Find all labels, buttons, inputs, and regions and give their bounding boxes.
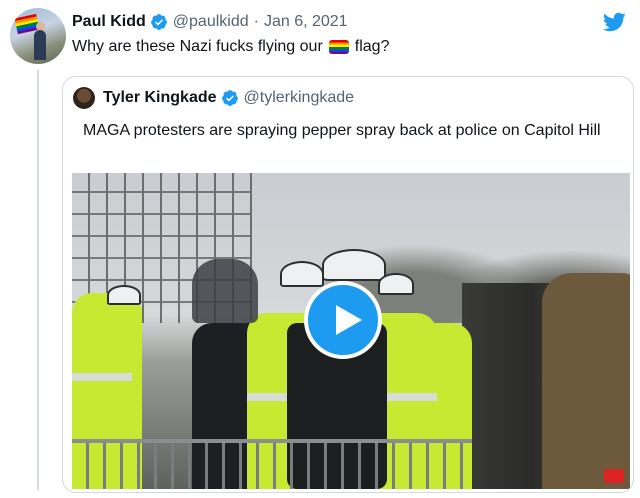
quoted-author-name[interactable]: Tyler Kingkade — [103, 89, 217, 107]
quoted-avatar[interactable] — [73, 87, 95, 109]
author-handle[interactable]: @paulkidd — [173, 13, 249, 31]
reflective-stripe — [247, 393, 287, 401]
tweet-text-part2: flag? — [354, 38, 390, 55]
tweet-text: Why are these Nazi fucks flying our flag… — [72, 38, 389, 56]
verified-badge-icon — [221, 90, 238, 106]
riot-helmet — [192, 259, 258, 323]
reflective-stripe — [387, 393, 437, 401]
verified-badge-icon — [150, 14, 167, 30]
video-thumbnail[interactable] — [72, 173, 630, 489]
quoted-tweet-text: MAGA protesters are spraying pepper spra… — [83, 122, 601, 139]
quoted-tweet[interactable]: Tyler Kingkade @tylerkingkade MAGA prote… — [62, 76, 634, 493]
tweet-date[interactable]: Jan 6, 2021 — [264, 13, 348, 31]
author-name[interactable]: Paul Kidd — [72, 13, 146, 31]
avatar[interactable] — [10, 8, 66, 64]
thread-line — [37, 70, 39, 490]
twitter-bird-icon[interactable] — [600, 10, 628, 34]
video-source-icon — [604, 469, 624, 483]
separator-dot: · — [253, 13, 259, 30]
quoted-author-handle[interactable]: @tylerkingkade — [244, 89, 355, 107]
bike-helmet — [280, 261, 324, 287]
bike-helmet — [107, 285, 141, 305]
reflective-stripe — [72, 373, 132, 381]
metal-barricade — [72, 439, 472, 489]
bike-helmet — [378, 273, 414, 295]
tweet-header: Paul Kidd @paulkidd · Jan 6, 2021 — [72, 11, 348, 33]
quoted-tweet-header: Tyler Kingkade @tylerkingkade — [73, 87, 354, 109]
avatar-person — [34, 30, 46, 60]
rainbow-flag-icon — [328, 40, 349, 54]
bike-helmet — [322, 249, 386, 281]
protester-coat — [542, 273, 630, 489]
tweet-text-part1: Why are these Nazi fucks flying our — [72, 38, 323, 55]
play-icon[interactable] — [304, 281, 382, 359]
